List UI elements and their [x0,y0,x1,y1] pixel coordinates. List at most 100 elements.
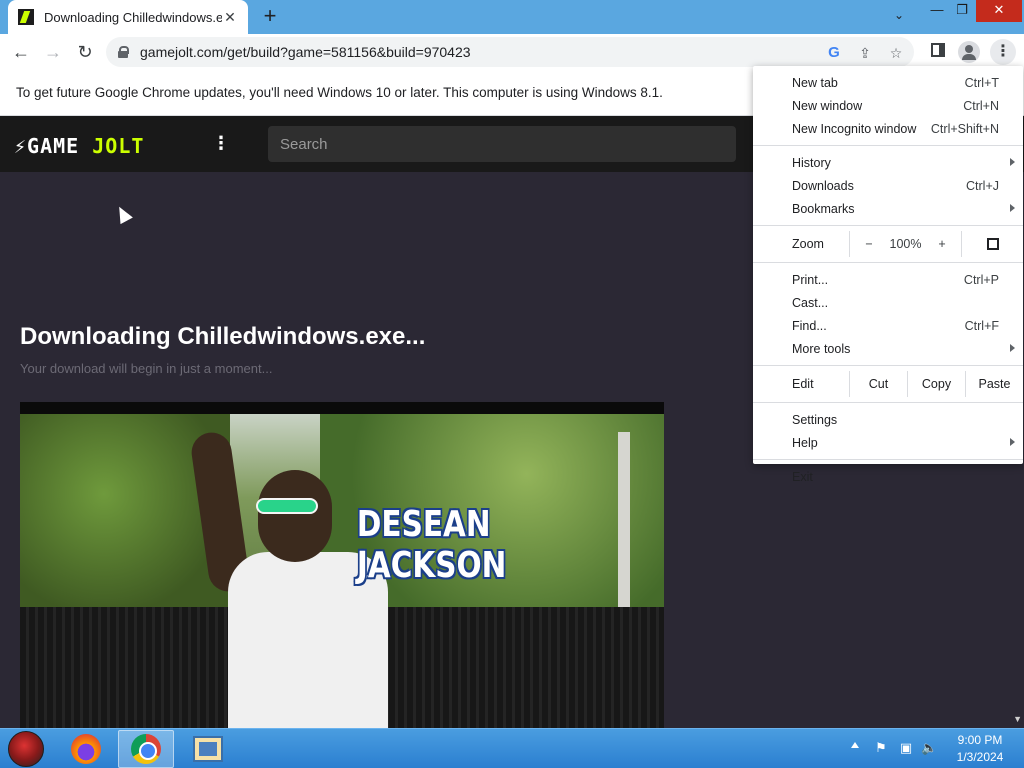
fullscreen-icon[interactable] [961,231,1023,257]
menu-item-label: Find... [792,318,827,333]
menu-item-new-window[interactable]: New window Ctrl+N [753,94,1023,117]
start-button-icon[interactable] [8,731,44,767]
share-icon[interactable]: ⇪ [856,44,874,62]
menu-item-label: New tab [792,75,838,90]
menu-separator [753,402,1023,403]
site-search-input[interactable] [268,126,736,162]
menu-separator [753,262,1023,263]
lock-icon[interactable] [118,46,129,58]
tab-strip: Downloading Chilledwindows.exe ✕ + ⌄ — ❐… [0,0,1024,34]
menu-item-new-incognito-window[interactable]: New Incognito window Ctrl+Shift+N [753,117,1023,140]
zoom-label: Zoom [792,237,824,251]
show-hidden-icons-icon[interactable] [851,742,859,748]
action-center-flag-icon[interactable]: ⚑ [873,740,889,756]
video-player[interactable]: DESEAN JACKSON [20,402,664,728]
download-title: Downloading Chilledwindows.exe... [20,323,426,350]
clock-time: 9:00 PM [957,733,1003,747]
menu-item-label: Exit [792,469,813,484]
chrome-icon [131,734,161,764]
restore-button[interactable]: ❐ [950,0,974,22]
menu-item-label: New Incognito window [792,121,917,136]
tab-active[interactable]: Downloading Chilledwindows.exe ✕ [8,0,248,34]
info-bar-message: To get future Google Chrome updates, you… [16,85,663,100]
zoom-level: 100% [889,237,922,251]
menu-edit-row: Edit Cut Copy Paste [753,371,1023,397]
menu-item-settings[interactable]: Settings [753,408,1023,431]
submenu-arrow-icon [1010,438,1015,446]
reload-icon[interactable]: ↻ [75,42,95,62]
scroll-down-arrow-icon[interactable]: ▼ [1013,714,1022,724]
cut-button[interactable]: Cut [849,371,907,397]
taskbar-chrome[interactable] [118,730,174,768]
menu-item-shortcut: Ctrl+F [964,318,999,333]
windows-taskbar: ⚑ ▣ 🔈 9:00 PM 1/3/2024 [0,728,1024,768]
menu-item-new-tab[interactable]: New tab Ctrl+T [753,71,1023,94]
menu-item-cast[interactable]: Cast... [753,291,1023,314]
menu-item-label: Downloads [792,178,854,193]
menu-item-print[interactable]: Print... Ctrl+P [753,268,1023,291]
back-arrow-icon[interactable]: ← [11,42,31,62]
taskbar-explorer[interactable] [180,730,236,768]
video-pole [618,432,630,622]
menu-item-exit[interactable]: Exit [753,465,1023,488]
menu-item-shortcut: Ctrl+P [963,272,999,287]
menu-item-label: Bookmarks [792,201,855,216]
copy-button[interactable]: Copy [907,371,965,397]
menu-item-shortcut: Ctrl+N [963,98,999,113]
gamejolt-favicon-icon [18,9,34,25]
logo-text-jolt: JOLT [92,134,145,158]
side-panel-icon[interactable] [928,42,948,62]
menu-item-label: More tools [792,341,851,356]
menu-item-shortcut: Ctrl+T [964,75,999,90]
zoom-in-button[interactable]: + [935,237,949,251]
profile-avatar-icon[interactable] [958,41,980,63]
submenu-arrow-icon [1010,158,1015,166]
google-lens-icon[interactable]: G [825,44,843,62]
paste-button[interactable]: Paste [965,371,1023,397]
network-icon[interactable]: ▣ [898,740,914,756]
menu-separator [753,145,1023,146]
menu-item-label: Print... [792,272,829,287]
zoom-out-button[interactable]: − [862,237,876,251]
menu-item-help[interactable]: Help [753,431,1023,454]
system-clock[interactable]: 9:00 PM 1/3/2024 [944,732,1016,766]
logo-text-game: GAME [27,134,80,158]
menu-item-label: New window [792,98,863,113]
volume-muted-icon[interactable]: 🔈 [921,740,937,756]
menu-separator [753,365,1023,366]
forward-arrow-icon[interactable]: → [43,42,63,62]
tab-search-chevron-icon[interactable]: ⌄ [890,8,908,26]
address-bar[interactable]: gamejolt.com/get/build?game=581156&build… [106,37,914,67]
menu-item-more-tools[interactable]: More tools [753,337,1023,360]
taskbar-firefox[interactable] [58,730,114,768]
menu-separator [753,225,1023,226]
gamejolt-logo[interactable]: ⚡GAME JOLT [14,134,144,158]
url-text[interactable]: gamejolt.com/get/build?game=581156&build… [140,44,471,60]
menu-item-bookmarks[interactable]: Bookmarks [753,197,1023,220]
browser-toolbar: ← → ↻ gamejolt.com/get/build?game=581156… [0,34,1024,70]
menu-separator [753,459,1023,460]
close-window-button[interactable]: ✕ [976,0,1022,22]
tab-close-icon[interactable]: ✕ [222,9,238,26]
new-tab-button[interactable]: + [259,5,281,28]
screen: Downloading Chilledwindows.exe ✕ + ⌄ — ❐… [0,0,1024,768]
menu-item-label: History [792,155,831,170]
menu-item-label: Cast... [792,295,829,310]
menu-zoom-row: Zoom − 100% + [753,231,1023,257]
tab-title: Downloading Chilledwindows.exe [44,9,222,25]
menu-item-label: Help [792,435,818,450]
menu-item-find[interactable]: Find... Ctrl+F [753,314,1023,337]
menu-item-history[interactable]: History [753,151,1023,174]
chrome-menu-kebab-icon[interactable]: ⋮ [990,39,1016,65]
menu-item-downloads[interactable]: Downloads Ctrl+J [753,174,1023,197]
zoom-controls: − 100% + [849,231,961,257]
menu-item-shortcut: Ctrl+J [966,178,999,193]
minimize-button[interactable]: — [925,0,949,22]
clock-date: 1/3/2024 [956,750,1004,764]
more-vertical-icon[interactable]: ⋮ [212,132,230,154]
submenu-arrow-icon [1010,344,1015,352]
submenu-arrow-icon [1010,204,1015,212]
download-subtitle: Your download will begin in just a momen… [20,361,273,376]
video-letterbox [20,402,664,414]
bookmark-star-icon[interactable]: ☆ [887,44,905,62]
